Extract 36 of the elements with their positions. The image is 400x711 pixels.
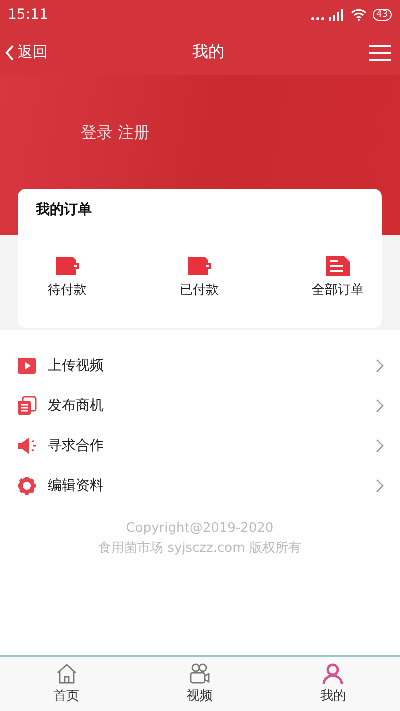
status-time: 15:11 [8,7,48,23]
tab-item[interactable]: 首页 [6,657,127,711]
login-register-link[interactable]: 登录 注册 [81,123,150,142]
copyright-text: 食用菌市场 syjsczz.com 版权所有 [98,540,302,558]
person-icon [322,663,344,685]
menu-item[interactable]: 寻求合作 [0,426,400,466]
back-icon [5,44,15,60]
play-icon [17,357,37,375]
wifi-icon [350,9,367,21]
copyright-text: Copyright@2019-2020 [126,520,274,538]
home-icon [56,663,78,685]
wallet-icon [54,255,80,277]
wallet-icon [186,255,212,277]
document-icon [325,255,351,277]
video-camera-icon [188,663,211,685]
back-button[interactable]: 返回 [5,43,48,62]
menu-item[interactable]: 发布商机 [0,386,400,426]
chevron-right-icon [376,479,384,493]
menu-icon[interactable] [369,44,391,62]
menu-item[interactable]: 上传视频 [0,346,400,386]
tab-item[interactable]: 视频 [140,657,260,711]
chevron-right-icon [376,439,384,453]
speaker-icon [17,436,37,456]
tab-item[interactable]: 我的 [273,657,394,711]
order-status-item[interactable]: 待付款 [48,255,87,299]
signal-icon [310,9,345,21]
battery-level: 43 [372,9,392,21]
orders-title: 我的订单 [34,201,93,219]
pages-icon [17,396,37,416]
menu-item[interactable]: 编辑资料 [0,466,400,506]
page-title: 我的 [192,42,224,63]
order-status-item[interactable]: 已付款 [180,255,219,299]
chevron-right-icon [376,399,384,413]
order-status-item[interactable]: 全部订单 [312,255,364,299]
chevron-right-icon [376,359,384,373]
settings-icon [17,476,37,496]
